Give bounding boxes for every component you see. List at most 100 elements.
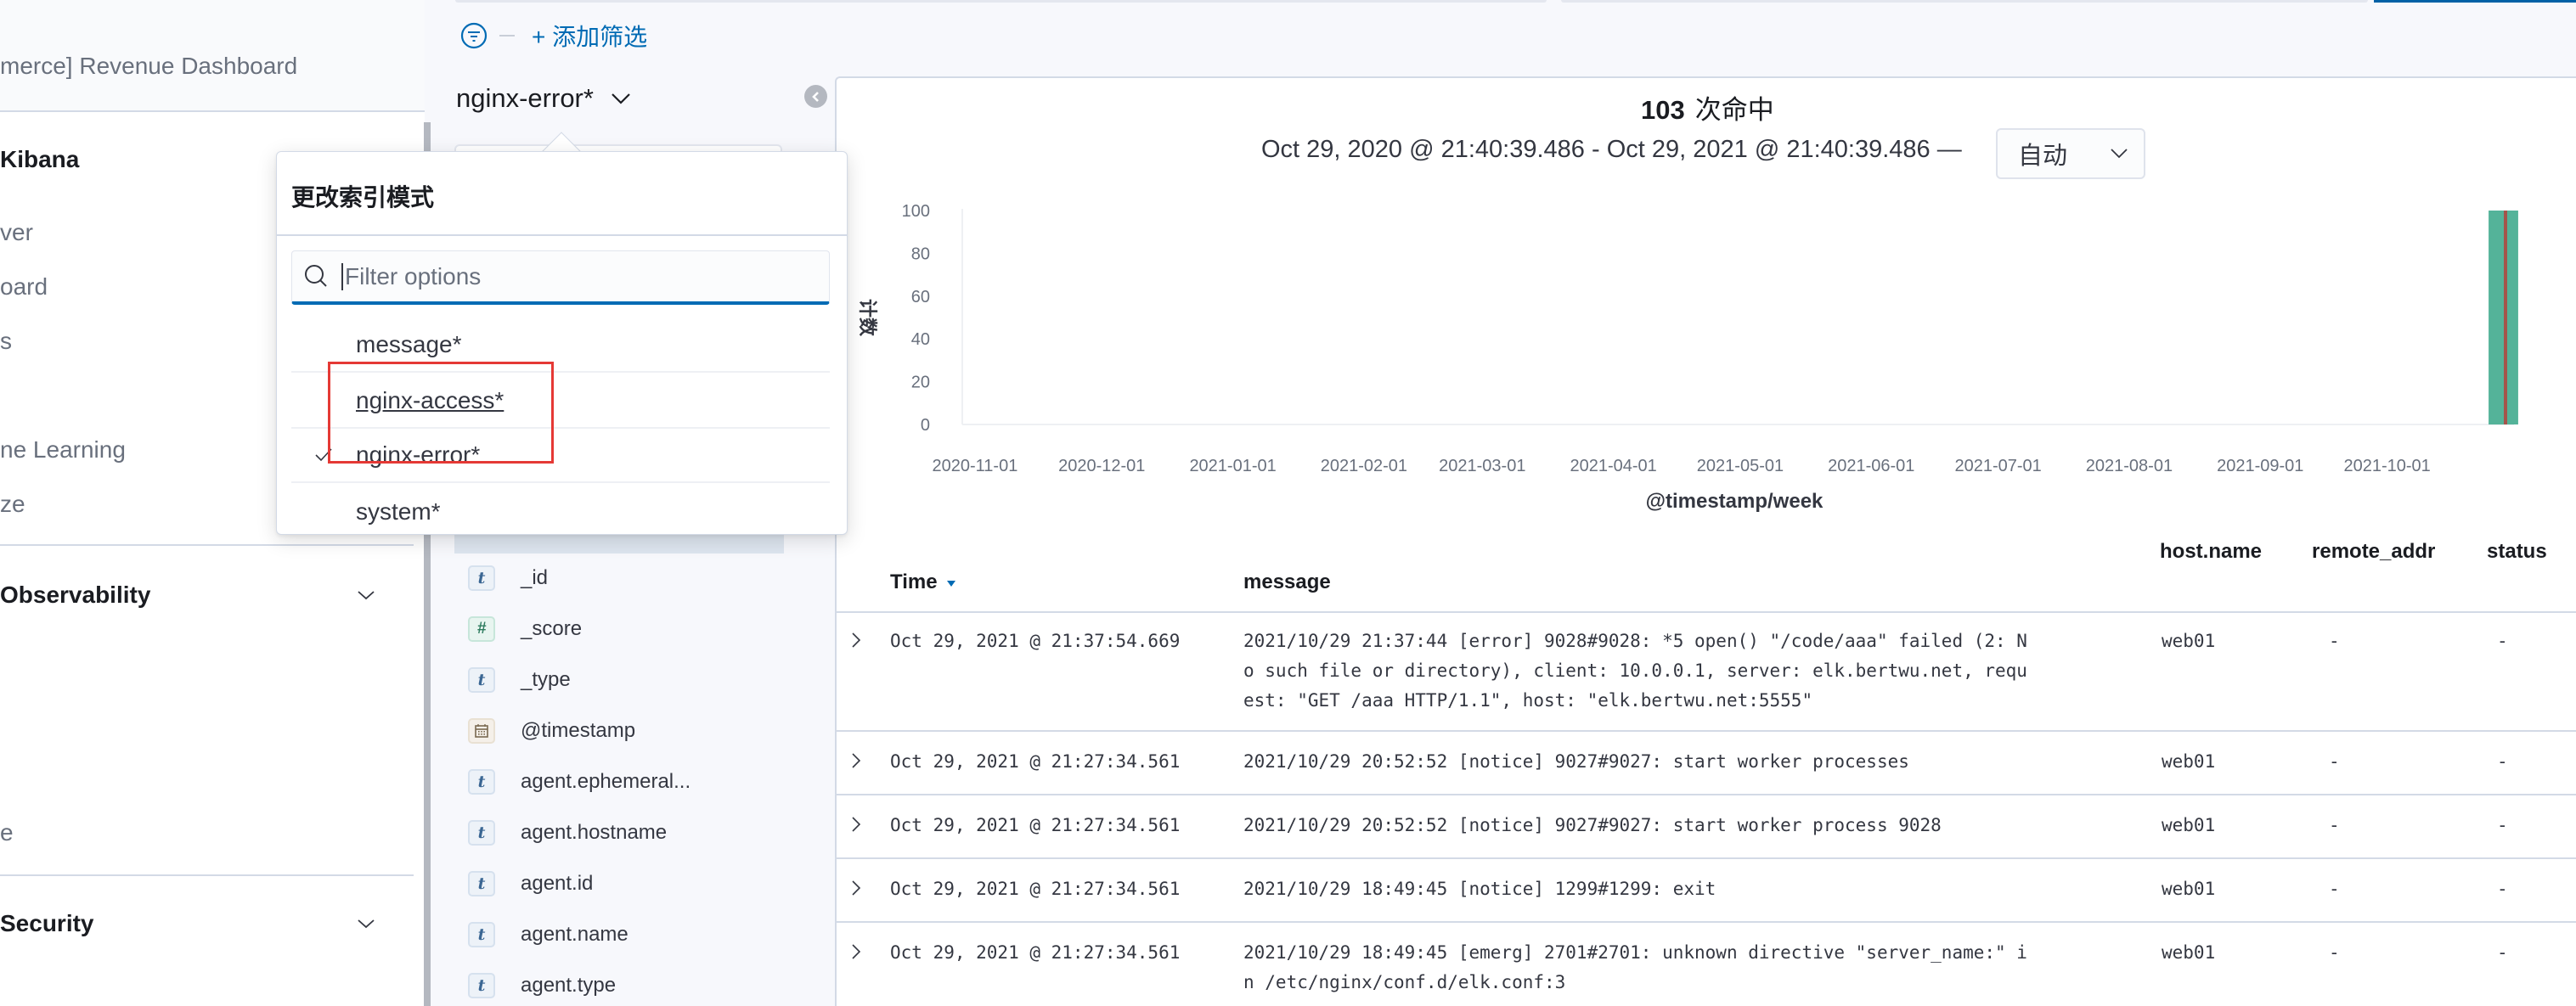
nav-item-dashboard[interactable]: oard [0, 273, 48, 301]
field-name: @timestamp [521, 719, 636, 742]
recent-item-revenue-dashboard[interactable]: merce] Revenue Dashboard [0, 53, 297, 80]
query-input[interactable] [455, 0, 1547, 3]
cell-time: Oct 29, 2021 @ 21:27:34.561 [890, 751, 1181, 772]
column-header-remote-addr[interactable]: remote_addr [2312, 540, 2435, 564]
histogram-svg: 0 20 40 60 80 100 计数 2020-11-01 2020-12-01 2021-0… [857, 202, 2518, 513]
cell-remote-addr: - [2329, 879, 2340, 899]
field-list-item[interactable]: t agent.id [468, 869, 593, 898]
nav-divider [0, 544, 414, 546]
expand-row-icon[interactable] [849, 943, 863, 960]
chevron-down-icon [612, 93, 630, 104]
y-tick-label: 60 [911, 288, 930, 306]
column-header-label: host.name [2160, 540, 2263, 563]
column-header-host-name[interactable]: host.name [2160, 540, 2262, 564]
cell-host-name: web01 [2162, 631, 2216, 651]
expand-row-icon[interactable] [849, 880, 863, 896]
cell-time: Oct 29, 2021 @ 21:27:34.561 [890, 942, 1181, 963]
string-type-icon: t [468, 820, 495, 846]
field-name: agent.ephemeral... [521, 770, 691, 793]
field-list-item[interactable]: t agent.type [468, 971, 616, 1000]
hits-label: 次命中 [1694, 95, 1774, 125]
nav-group-security[interactable]: Security [0, 910, 94, 937]
index-pattern-label: nginx-error* [456, 83, 594, 113]
index-pattern-selector[interactable]: nginx-error* [456, 83, 631, 114]
field-name: agent.name [521, 923, 628, 946]
cell-message: 2021/10/29 18:49:45 [notice] 1299#1299: … [1243, 879, 1716, 899]
table-row-divider [837, 794, 2576, 795]
field-list-item[interactable]: t agent.name [468, 920, 628, 949]
index-pattern-option[interactable]: nginx-error* [291, 429, 830, 483]
sort-descending-icon[interactable] [944, 578, 958, 588]
filter-options-field[interactable] [291, 250, 830, 305]
calendar-icon [468, 718, 495, 744]
expand-row-icon[interactable] [849, 632, 863, 649]
field-list-item[interactable]: t _type [468, 666, 571, 694]
table-row-divider [837, 730, 2576, 732]
field-list-item[interactable]: t agent.hostname [468, 818, 667, 847]
expand-row-icon[interactable] [849, 816, 863, 833]
x-tick-label: 2021-07-01 [1954, 457, 2041, 475]
nav-group-kibana[interactable]: Kibana [0, 146, 79, 173]
filter-icon[interactable] [460, 22, 488, 49]
index-pattern-option[interactable]: nginx-access* [291, 374, 830, 429]
field-name: agent.type [521, 974, 617, 997]
field-list-item[interactable]: # _score [468, 615, 582, 644]
collapse-sidebar-button[interactable] [804, 85, 827, 108]
option-label: nginx-error* [356, 441, 481, 468]
filter-options-input[interactable] [341, 262, 817, 290]
x-tick-label: 2021-09-01 [2217, 457, 2303, 475]
histogram-chart: 0 20 40 60 80 100 计数 2020-11-01 2020-12-01 2021-0… [835, 187, 2576, 526]
expand-row-icon[interactable] [849, 752, 863, 769]
nav-group-observability[interactable]: Observability [0, 582, 150, 609]
field-list-item[interactable]: t _id [468, 564, 548, 593]
nav-item-uptime[interactable]: e [0, 819, 14, 846]
add-filter-button[interactable]: + 添加筛选 [532, 19, 647, 53]
cell-time: Oct 29, 2021 @ 21:27:34.561 [890, 879, 1181, 899]
popover-divider [277, 234, 847, 236]
cell-status: - [2497, 942, 2508, 963]
option-label: nginx-access* [356, 387, 504, 413]
interval-select[interactable]: 自动 [1996, 128, 2145, 179]
cell-remote-addr: - [2329, 815, 2340, 835]
y-tick-label: 100 [902, 202, 930, 221]
string-type-icon: t [468, 769, 495, 795]
string-type-icon: t [468, 565, 495, 591]
chevron-down-icon[interactable] [357, 914, 375, 933]
check-icon [291, 447, 356, 463]
cell-message: 2021/10/29 18:49:45 [emerg] 2701#2701: u… [1243, 942, 2027, 992]
nav-item-visualize[interactable]: ze [0, 491, 25, 518]
cell-status: - [2497, 815, 2508, 835]
column-header-status[interactable]: status [2487, 540, 2547, 564]
nav-item-machine-learning[interactable]: ne Learning [0, 436, 126, 464]
x-tick-label: 2021-05-01 [1697, 457, 1784, 475]
search-icon [305, 264, 327, 287]
y-tick-label: 40 [911, 330, 930, 349]
chevron-down-icon[interactable] [357, 586, 375, 604]
update-button[interactable] [2374, 0, 2576, 3]
index-pattern-option[interactable]: message* [291, 318, 830, 373]
string-type-icon: t [468, 973, 495, 998]
option-label: message* [356, 331, 462, 357]
cell-status: - [2497, 631, 2508, 651]
x-tick-label: 2020-11-01 [933, 457, 1018, 475]
field-name: _type [521, 668, 571, 691]
field-name: _score [521, 617, 583, 640]
string-type-icon: t [468, 871, 495, 896]
date-picker[interactable] [1561, 0, 2368, 3]
cell-status: - [2497, 879, 2508, 899]
index-pattern-option[interactable]: system* [291, 485, 830, 539]
column-header-time[interactable]: Time [890, 570, 958, 594]
cell-remote-addr: - [2329, 631, 2340, 651]
nav-item-canvas[interactable]: s [0, 328, 12, 355]
column-header-label: Time [890, 570, 938, 593]
cell-time: Oct 29, 2021 @ 21:37:54.669 [890, 631, 1181, 651]
chevron-down-icon [2111, 149, 2128, 159]
column-header-message[interactable]: message [1243, 570, 1331, 594]
x-axis-title: @timestamp/week [1646, 490, 1823, 513]
field-list-item[interactable]: t agent.ephemeral... [468, 767, 691, 796]
hits-number: 103 [1641, 95, 1685, 125]
cell-host-name: web01 [2162, 942, 2216, 963]
field-list-item[interactable]: @timestamp [468, 717, 635, 745]
nav-item-discover[interactable]: ver [0, 219, 33, 246]
field-name: _id [521, 566, 549, 589]
